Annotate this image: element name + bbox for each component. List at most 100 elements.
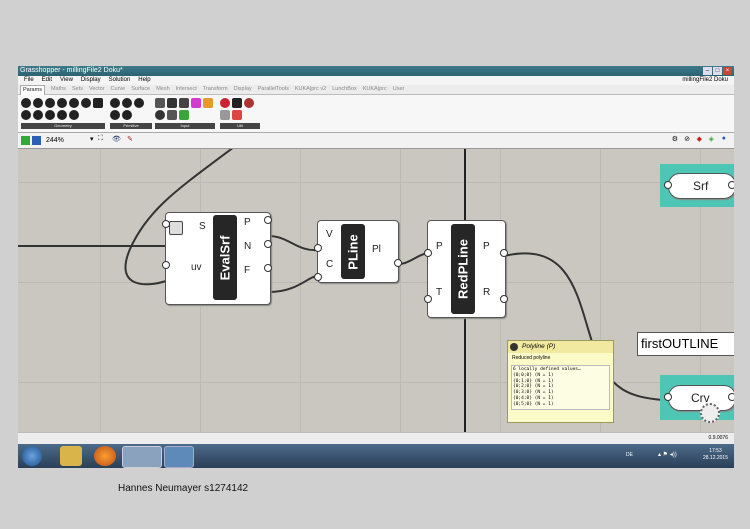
arc-param-icon[interactable] bbox=[57, 98, 67, 108]
integer-param-icon[interactable] bbox=[122, 98, 132, 108]
evalsrf-grip-uv[interactable] bbox=[162, 261, 170, 269]
tab-vector[interactable]: Vector bbox=[89, 85, 105, 95]
field-param-icon[interactable] bbox=[69, 110, 79, 120]
redpline-component[interactable]: P T RedPLine P R bbox=[427, 220, 506, 318]
mesh-param-icon[interactable] bbox=[45, 110, 55, 120]
taskbar-clock[interactable]: 17:53 28.12.2015 bbox=[703, 448, 728, 462]
toggle-icon[interactable] bbox=[179, 98, 189, 108]
preview-selected-icon[interactable]: ◆ bbox=[697, 135, 702, 143]
minimize-button[interactable]: – bbox=[703, 67, 712, 75]
zoom-level[interactable]: 244% bbox=[46, 136, 64, 145]
tab-kukaprc-v2[interactable]: KUKA|prc v2 bbox=[295, 85, 326, 95]
pline-grip-v[interactable] bbox=[314, 244, 322, 252]
tab-intersect[interactable]: Intersect bbox=[176, 85, 197, 95]
explorer-taskbar-icon[interactable] bbox=[60, 446, 82, 466]
eye-icon[interactable]: 👁 bbox=[112, 135, 121, 143]
title-bar: Grasshopper - millingFile2 Doku* – □ × bbox=[18, 66, 734, 76]
tab-mesh[interactable]: Mesh bbox=[156, 85, 169, 95]
tab-params[interactable]: Params bbox=[20, 85, 45, 95]
evalsrf-grip-n[interactable] bbox=[264, 240, 272, 248]
slider-icon[interactable] bbox=[167, 98, 177, 108]
grasshopper-taskbar-icon[interactable] bbox=[164, 446, 194, 468]
tab-display[interactable]: Display bbox=[234, 85, 252, 95]
point-param-icon[interactable] bbox=[21, 98, 31, 108]
menu-help[interactable]: Help bbox=[138, 76, 150, 85]
menu-display[interactable]: Display bbox=[81, 76, 101, 85]
tab-user[interactable]: User bbox=[393, 85, 405, 95]
input-group-label: Input bbox=[155, 123, 215, 129]
grasshopper-canvas[interactable]: S uv EvalSrf P N F V C PLine Pl P T RedP… bbox=[18, 149, 734, 432]
evalsrf-component[interactable]: S uv EvalSrf P N F bbox=[165, 212, 271, 305]
redpline-grip-t[interactable] bbox=[424, 295, 432, 303]
box-param-icon[interactable] bbox=[21, 110, 31, 120]
tab-paralleltools[interactable]: ParallelTools bbox=[258, 85, 289, 95]
button-icon[interactable] bbox=[155, 110, 165, 120]
domain-param-icon[interactable] bbox=[122, 110, 132, 120]
srf-grip-out[interactable] bbox=[728, 181, 734, 189]
group-label-firstoutline[interactable]: firstOUTLINE bbox=[637, 332, 734, 356]
firefox-taskbar-icon[interactable] bbox=[94, 446, 116, 466]
redpline-grip-out-r[interactable] bbox=[500, 295, 508, 303]
circle-param-icon[interactable] bbox=[45, 98, 55, 108]
evalsrf-grip-s[interactable] bbox=[162, 220, 170, 228]
srf-grip-in[interactable] bbox=[664, 181, 672, 189]
preview-mode-icon[interactable]: ⚙ bbox=[672, 135, 678, 143]
close-button[interactable]: × bbox=[723, 67, 732, 75]
start-button[interactable] bbox=[22, 446, 42, 466]
tab-kukaprc[interactable]: KUKA|prc bbox=[363, 85, 387, 95]
menu-solution[interactable]: Solution bbox=[109, 76, 131, 85]
tray-icons[interactable]: ▴ ⚑ ◂)) bbox=[658, 451, 677, 458]
cherry-icon[interactable] bbox=[220, 98, 230, 108]
flame-icon[interactable] bbox=[232, 110, 242, 120]
tab-sets[interactable]: Sets bbox=[72, 85, 83, 95]
crv-grip-in[interactable] bbox=[664, 393, 672, 401]
redpline-grip-out-p[interactable] bbox=[500, 249, 508, 257]
tab-lunchbox[interactable]: LunchBox bbox=[332, 85, 356, 95]
save-file-icon[interactable] bbox=[32, 136, 41, 145]
solver-icon[interactable]: ● bbox=[722, 135, 726, 142]
tab-surface[interactable]: Surface bbox=[131, 85, 150, 95]
pline-grip-c[interactable] bbox=[314, 273, 322, 281]
rhino-taskbar-icon[interactable] bbox=[122, 446, 162, 468]
pline-component[interactable]: V C PLine Pl bbox=[317, 220, 399, 283]
redpline-input-t: T bbox=[436, 287, 443, 298]
gradient-icon[interactable] bbox=[191, 98, 201, 108]
jump-icon[interactable] bbox=[220, 110, 230, 120]
evalsrf-grip-p[interactable] bbox=[264, 216, 272, 224]
menu-view[interactable]: View bbox=[60, 76, 73, 85]
zoom-extents-icon[interactable]: ⛶ bbox=[98, 135, 103, 143]
tab-transform[interactable]: Transform bbox=[203, 85, 228, 95]
shaded-preview-icon[interactable]: ◈ bbox=[709, 135, 714, 143]
sketch-icon[interactable]: ✎ bbox=[127, 135, 133, 143]
crv-grip-out[interactable] bbox=[728, 393, 734, 401]
vector-param-icon[interactable] bbox=[33, 98, 43, 108]
menu-file[interactable]: File bbox=[24, 76, 34, 85]
text-param-icon[interactable] bbox=[110, 110, 120, 120]
number-param-icon[interactable] bbox=[134, 98, 144, 108]
tab-maths[interactable]: Maths bbox=[51, 85, 66, 95]
line-param-icon[interactable] bbox=[81, 98, 91, 108]
surface-param-icon[interactable] bbox=[57, 110, 67, 120]
dots-icon[interactable] bbox=[244, 98, 254, 108]
boolean-param-icon[interactable] bbox=[110, 98, 120, 108]
maximize-button[interactable]: □ bbox=[713, 67, 722, 75]
open-file-icon[interactable] bbox=[21, 136, 30, 145]
srf-param[interactable]: Srf bbox=[668, 173, 734, 199]
graph-mapper-icon[interactable] bbox=[179, 110, 189, 120]
tab-curve[interactable]: Curve bbox=[111, 85, 126, 95]
value-list-icon[interactable] bbox=[167, 110, 177, 120]
pline-grip-pl[interactable] bbox=[394, 259, 402, 267]
tooltip-title: Polyline (P) bbox=[522, 343, 556, 350]
wire-display-icon[interactable]: ⊘ bbox=[684, 135, 690, 143]
brep-param-icon[interactable] bbox=[33, 110, 43, 120]
evalsrf-grip-f[interactable] bbox=[264, 264, 272, 272]
panel-icon[interactable] bbox=[155, 98, 165, 108]
zoom-dropdown-icon[interactable]: ▾ bbox=[90, 135, 94, 143]
plane-param-icon[interactable] bbox=[93, 98, 103, 108]
curve-param-icon[interactable] bbox=[69, 98, 79, 108]
redpline-grip-p[interactable] bbox=[424, 249, 432, 257]
arrow-right-icon[interactable] bbox=[232, 98, 242, 108]
language-indicator[interactable]: DE bbox=[626, 452, 633, 458]
menu-edit[interactable]: Edit bbox=[42, 76, 52, 85]
swatch-icon[interactable] bbox=[203, 98, 213, 108]
